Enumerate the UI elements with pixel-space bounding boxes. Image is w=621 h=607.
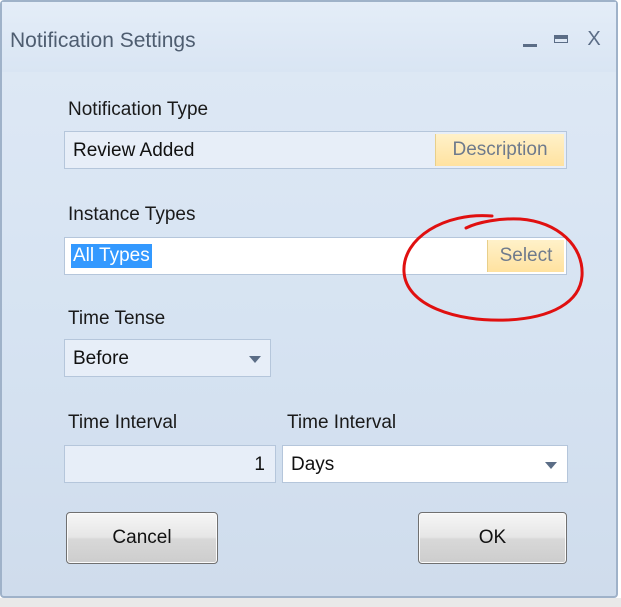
time-interval-unit-selected: Days bbox=[291, 454, 335, 475]
minimize-button[interactable] bbox=[516, 24, 544, 54]
time-interval-value-input[interactable]: 1 bbox=[64, 445, 276, 483]
time-interval-unit-dropdown[interactable]: Days bbox=[282, 445, 568, 483]
time-interval-unit-label: Time Interval bbox=[287, 412, 397, 433]
chevron-down-icon bbox=[545, 462, 557, 469]
ok-button-label: OK bbox=[478, 527, 507, 548]
cancel-button[interactable]: Cancel bbox=[66, 512, 218, 564]
select-button[interactable]: Select bbox=[487, 240, 564, 272]
time-tense-dropdown[interactable]: Before bbox=[64, 339, 271, 377]
notification-settings-dialog: Notification Settings X Notification Typ… bbox=[0, 0, 618, 598]
close-icon: X bbox=[587, 27, 601, 50]
notification-type-field[interactable]: Review Added Description bbox=[64, 131, 567, 169]
time-interval-value-label: Time Interval bbox=[68, 412, 178, 433]
instance-types-value: All Types bbox=[71, 244, 152, 268]
ok-button[interactable]: OK bbox=[418, 512, 567, 564]
select-button-label: Select bbox=[499, 245, 553, 266]
maximize-button[interactable] bbox=[547, 24, 575, 54]
window-title: Notification Settings bbox=[10, 29, 196, 52]
close-button[interactable]: X bbox=[580, 24, 608, 54]
instance-types-label: Instance Types bbox=[68, 204, 196, 225]
background-strip bbox=[0, 598, 621, 607]
description-button-label: Description bbox=[452, 139, 548, 160]
description-button[interactable]: Description bbox=[435, 134, 564, 166]
time-interval-value: 1 bbox=[254, 454, 265, 475]
instance-types-input[interactable]: All Types Select bbox=[64, 237, 567, 275]
time-tense-label: Time Tense bbox=[68, 308, 166, 329]
minimize-icon bbox=[523, 43, 537, 47]
cancel-button-label: Cancel bbox=[112, 527, 172, 548]
time-tense-selected: Before bbox=[73, 348, 129, 369]
notification-type-label: Notification Type bbox=[68, 99, 209, 120]
title-bar: Notification Settings X bbox=[2, 2, 616, 72]
notification-type-value: Review Added bbox=[73, 140, 195, 161]
maximize-icon bbox=[554, 35, 568, 43]
chevron-down-icon bbox=[249, 356, 261, 363]
